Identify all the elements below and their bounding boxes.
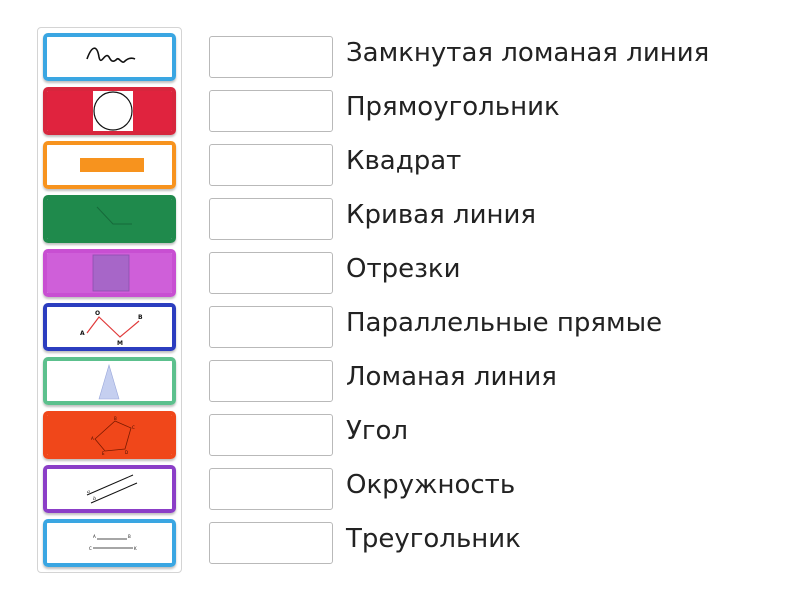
tile-segments[interactable]: A B C K <box>43 519 176 567</box>
line-label-b: b <box>93 496 96 502</box>
match-label-10: Треугольник <box>346 524 521 554</box>
match-label-6: Параллельные прямые <box>346 308 663 338</box>
match-label-8: Угол <box>346 416 409 446</box>
drop-slot-8[interactable] <box>209 414 333 456</box>
tile-square[interactable] <box>43 249 176 297</box>
tile-triangle[interactable] <box>43 357 176 405</box>
drop-slot-4[interactable] <box>209 198 333 240</box>
drop-slot-2[interactable] <box>209 90 333 132</box>
match-label-9: Окружность <box>346 470 516 500</box>
drop-slot-7[interactable] <box>209 360 333 402</box>
tile-rectangle[interactable] <box>43 141 176 189</box>
line-label-a: a <box>87 489 90 495</box>
segments-icon: A B C K <box>89 534 137 551</box>
point-label-o: O <box>95 310 100 317</box>
tile-closed-polyline[interactable]: B C D E A <box>43 411 176 459</box>
point-label-e: E <box>102 451 105 455</box>
segment-label-b: B <box>128 534 131 539</box>
match-label-1: Замкнутая ломаная линия <box>346 38 710 68</box>
drop-slot-6[interactable] <box>209 306 333 348</box>
match-label-2: Прямоугольник <box>346 92 560 122</box>
match-label-5: Отрезки <box>346 254 461 284</box>
tile-curve-line[interactable] <box>43 33 176 81</box>
circle-icon <box>93 91 133 131</box>
segment-label-a: A <box>93 534 96 539</box>
match-label-3: Квадрат <box>346 146 462 176</box>
triangle-icon <box>98 363 120 400</box>
drop-slot-3[interactable] <box>209 144 333 186</box>
rectangle-icon <box>80 158 144 172</box>
angle-icon <box>96 206 132 225</box>
segment-label-k: K <box>134 546 137 551</box>
match-label-4: Кривая линия <box>346 200 537 230</box>
point-label-b: B <box>138 314 143 321</box>
match-label-7: Ломаная линия <box>346 362 557 392</box>
point-label-c: C <box>132 425 135 430</box>
point-label-a: A <box>91 436 94 441</box>
square-icon <box>92 254 130 292</box>
parallel-lines-icon: a b <box>86 474 138 504</box>
point-label-m: M <box>117 340 123 347</box>
drop-slot-5[interactable] <box>209 252 333 294</box>
segment-label-c: C <box>89 546 92 551</box>
tile-polyline[interactable]: O B A M <box>43 303 176 351</box>
point-label-d: D <box>125 450 128 455</box>
point-label-a: A <box>80 330 85 337</box>
tile-circle[interactable] <box>43 87 176 135</box>
drop-slot-9[interactable] <box>209 468 333 510</box>
point-label-b: B <box>114 416 117 421</box>
closed-polyline-icon: B C D E A <box>91 416 135 455</box>
polyline-icon: O B A M <box>80 310 143 347</box>
tile-angle[interactable] <box>43 195 176 243</box>
drop-slot-10[interactable] <box>209 522 333 564</box>
tile-parallel-lines[interactable]: a b <box>43 465 176 513</box>
curve-line-icon <box>86 47 136 63</box>
drop-slot-1[interactable] <box>209 36 333 78</box>
